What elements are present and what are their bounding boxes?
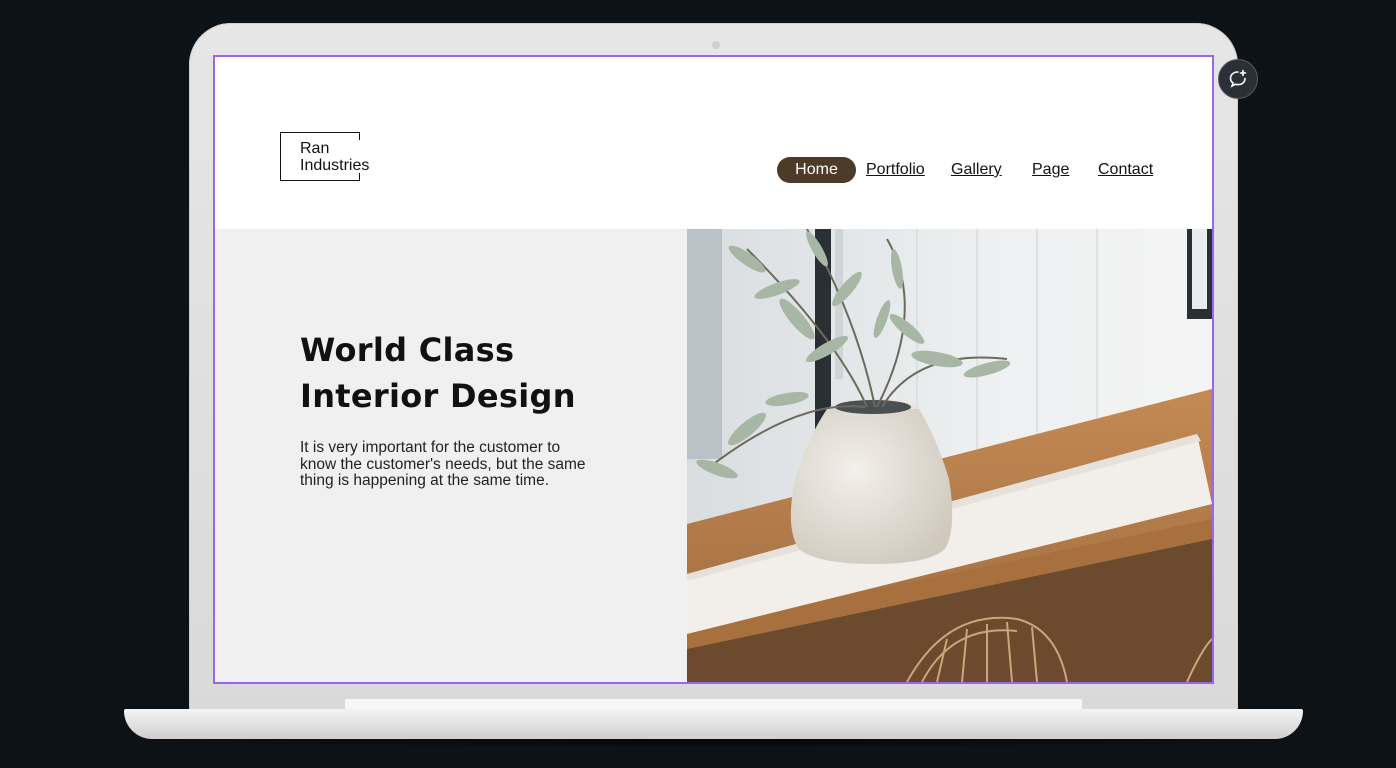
vase-photo-illustration — [687, 229, 1212, 682]
chat-bubble-plus-icon[interactable] — [1218, 59, 1258, 99]
hero-description: It is very important for the customer to… — [300, 439, 586, 489]
nav-contact[interactable]: Contact — [1098, 157, 1153, 183]
laptop-base — [124, 709, 1303, 739]
hero-image — [687, 229, 1212, 682]
nav-gallery[interactable]: Gallery — [951, 157, 1002, 183]
logo-line-1: Ran — [300, 140, 330, 157]
logo-line-2: Industries — [300, 157, 370, 174]
nav-portfolio[interactable]: Portfolio — [866, 157, 925, 183]
website-screen: Ran Industries Home Portfolio Gallery Pa… — [213, 55, 1214, 684]
nav-home[interactable]: Home — [777, 157, 856, 183]
chat-bubble-glyph — [1229, 69, 1247, 88]
webcam — [712, 41, 720, 49]
hero-title-line-2: Interior Design — [300, 377, 576, 415]
site-header: Ran Industries Home Portfolio Gallery Pa… — [215, 57, 1212, 229]
hero-title: World Class Interior Design — [300, 327, 630, 419]
logo-text[interactable]: Ran Industries — [300, 140, 369, 174]
hero-title-line-1: World Class — [300, 331, 515, 369]
nav-page[interactable]: Page — [1032, 157, 1069, 183]
